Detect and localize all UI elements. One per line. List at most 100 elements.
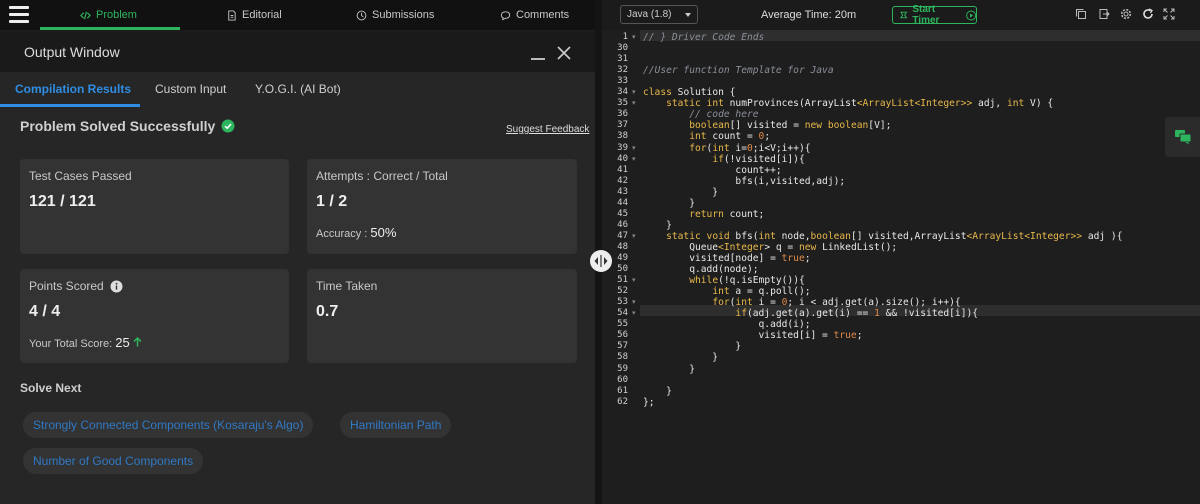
solve-next-chip[interactable]: Hamiltonian Path [340,412,452,438]
chat-support-button[interactable] [1165,117,1200,157]
line-number: 1 [622,32,628,42]
code-line[interactable]: boolean[] visited = new boolean[V]; [643,120,891,131]
clock-icon [356,10,367,20]
chevron-down-icon [685,13,691,17]
code-line[interactable]: } [643,386,672,397]
fold-arrow-icon[interactable]: ▾ [632,297,637,308]
code-line[interactable]: } [643,341,741,352]
code-line[interactable]: for(int i = 0; i < adj.get(a).size(); i+… [643,297,960,308]
solve-next-chip[interactable]: Strongly Connected Components (Kosaraju'… [23,412,314,438]
line-number: 52 [617,286,628,297]
result-status: Problem Solved Successfully [20,118,235,134]
line-number: 54 [617,308,628,319]
code-line[interactable]: } [643,187,718,198]
line-number: 62 [617,396,628,407]
code-line[interactable]: } [643,364,695,375]
resize-handle[interactable] [590,250,612,272]
line-number: 61 [617,385,628,396]
code-line[interactable]: //User function Template for Java [643,65,834,76]
chat-bubble-icon [500,10,511,20]
fullscreen-icon[interactable] [1163,8,1175,20]
code-line[interactable]: bfs(i,visited,adj); [643,176,845,187]
arrow-up-icon [133,336,142,347]
editor-panel: Java (1.8) Average Time: 20m Start Timer… [602,0,1200,504]
tab-submissions-label: Submissions [372,9,435,21]
tab-problem[interactable]: Problem [80,0,137,30]
time-taken-value: 0.7 [316,303,339,320]
minimize-icon[interactable] [531,58,545,60]
attempts-value: 1 / 2 [316,193,348,210]
tab-submissions[interactable]: Submissions [356,0,434,30]
suggest-feedback-link[interactable]: Suggest Feedback [506,124,589,135]
code-icon [80,11,91,19]
copy-icon[interactable] [1075,8,1087,20]
line-number: 59 [617,363,628,374]
code-line[interactable]: q.add(i); [643,319,811,330]
line-number: 40 [617,153,628,164]
fold-arrow-icon[interactable]: ▾ [632,308,637,319]
start-timer-label: Start Timer [912,4,940,26]
fold-arrow-icon[interactable]: ▾ [632,143,637,154]
code-line[interactable]: // } Driver Code Ends [643,32,764,43]
document-icon [228,9,236,21]
code-line[interactable]: int a = q.poll(); [643,286,810,297]
fold-arrow-icon[interactable]: ▾ [632,231,637,242]
refresh-icon[interactable] [1142,8,1154,20]
code-line[interactable]: } [643,198,695,209]
line-number: 43 [617,186,628,197]
tab-yogi-ai-bot[interactable]: Y.O.G.I. (AI Bot) [255,72,341,106]
points-label-row: Points Scored [29,279,123,293]
fold-arrow-icon[interactable]: ▾ [632,98,637,109]
code-line[interactable]: count++; [643,165,781,176]
code-line[interactable]: visited[node] = true; [643,253,810,264]
code-line[interactable]: } [643,220,672,231]
line-number: 37 [617,120,628,131]
hamburger-menu-icon[interactable] [9,6,29,24]
points-label: Points Scored [29,279,104,293]
code-line[interactable]: for(int i=0;i<V;i++){ [643,143,810,154]
solve-next-chip[interactable]: Number of Good Components [23,448,204,474]
code-line[interactable]: } [643,352,718,363]
code-line[interactable]: return count; [643,209,764,220]
code-line[interactable]: static void bfs(int node,boolean[] visit… [643,231,1122,242]
code-line[interactable]: if(adj.get(a).get(i) == 1 && !visited[i]… [643,308,978,319]
code-line[interactable]: class Solution { [643,87,735,98]
code-line[interactable]: }; [643,397,655,408]
info-icon[interactable] [110,280,123,293]
code-line[interactable]: int count = 0; [643,131,770,142]
line-number: 35 [617,98,628,109]
tab-comments[interactable]: Comments [500,0,569,30]
code-line[interactable]: while(!q.isEmpty()){ [643,275,805,286]
code-line[interactable]: q.add(node); [643,264,758,275]
fold-arrow-icon[interactable]: ▾ [632,32,637,43]
tab-custom-input[interactable]: Custom Input [155,72,226,106]
top-navigation: Problem Editorial Submissions Comments [0,0,595,30]
test-cases-label: Test Cases Passed [29,169,132,183]
line-number: 34 [617,87,628,98]
start-timer-button[interactable]: Start Timer [892,4,977,26]
chat-icon [1175,130,1192,145]
code-editor[interactable]: 1 ▾ 30 31 32 33 34 ▾ 35 ▾ 36 37 38 39 ▾ 40 ▾ 41 42 43 44 45 46… [602,30,1200,504]
tab-compilation-results[interactable]: Compilation Results [15,72,131,106]
line-number: 36 [617,109,628,120]
line-number: 44 [617,197,628,208]
reset-code-icon[interactable] [1098,8,1110,20]
fold-arrow-icon[interactable]: ▾ [632,154,637,165]
line-number: 38 [617,131,628,142]
accuracy-row: Accuracy : 50% [316,225,396,240]
code-line[interactable]: Queue<Integer> q = new LinkedList(); [643,242,897,253]
code-line[interactable]: static int numProvinces(ArrayList<ArrayL… [643,98,1053,109]
fold-arrow-icon[interactable]: ▾ [632,87,637,98]
tab-editorial[interactable]: Editorial [226,0,282,30]
line-number: 47 [617,230,628,241]
language-select[interactable]: Java (1.8) [620,5,698,24]
line-number: 58 [617,352,628,363]
code-line[interactable]: if(!visited[i]){ [643,154,804,165]
code-line[interactable]: // code here [643,109,758,120]
code-line[interactable]: visited[i] = true; [643,330,863,341]
close-icon[interactable] [557,46,571,60]
fold-arrow-icon[interactable]: ▾ [632,275,637,286]
total-score-value: 25 [115,335,130,350]
gear-icon[interactable] [1120,8,1132,20]
play-circle-icon [965,10,976,20]
